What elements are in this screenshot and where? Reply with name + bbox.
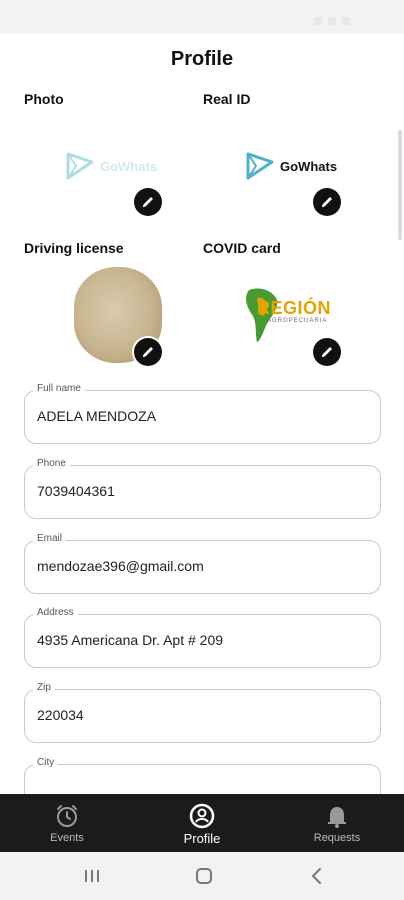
real-id-logo-text: GoWhats xyxy=(280,158,338,174)
status-bar xyxy=(0,0,404,34)
photo-thumbnail[interactable]: GoWhats xyxy=(66,152,157,180)
covid-card-thumbnail[interactable]: REGIÓN AGROPECUARIA xyxy=(243,284,341,344)
back-icon[interactable] xyxy=(305,866,329,886)
city-label: City xyxy=(33,757,59,768)
edit-covid-card-button[interactable] xyxy=(313,338,341,366)
edit-real-id-button[interactable] xyxy=(313,188,341,216)
nav-requests[interactable]: Requests xyxy=(270,794,404,852)
real-id-label: Real ID xyxy=(203,91,251,107)
page-title: Profile xyxy=(170,48,234,70)
driving-license-label: Driving license xyxy=(24,240,124,256)
zip-label: Zip xyxy=(33,682,55,693)
phone-field[interactable]: Phone 7039404361 xyxy=(24,458,381,519)
zip-value: 220034 xyxy=(37,707,84,723)
battery-icon xyxy=(342,17,350,25)
home-icon[interactable] xyxy=(192,866,216,886)
covid-card-label: COVID card xyxy=(203,240,281,256)
signal-icon xyxy=(328,17,336,25)
photo-label: Photo xyxy=(24,91,64,107)
address-field[interactable]: Address 4935 Americana Dr. Apt # 209 xyxy=(24,607,381,668)
full-name-field[interactable]: Full name ADELA MENDOZA xyxy=(24,383,381,444)
nav-events[interactable]: Events xyxy=(0,794,134,852)
covid-card-logo-text: REGIÓN xyxy=(257,298,332,318)
full-name-value: ADELA MENDOZA xyxy=(37,408,157,424)
pencil-icon xyxy=(143,197,153,207)
pencil-icon xyxy=(322,197,332,207)
recent-apps-icon[interactable] xyxy=(80,866,104,886)
nav-events-label: Events xyxy=(50,832,84,844)
bottom-nav: Events Profile Requests xyxy=(0,794,404,852)
email-label: Email xyxy=(33,533,67,544)
pencil-icon xyxy=(322,347,332,357)
bell-icon xyxy=(328,807,346,828)
real-id-thumbnail[interactable]: GoWhats xyxy=(246,152,337,180)
alarm-clock-icon xyxy=(57,805,77,827)
pencil-icon xyxy=(143,347,153,357)
status-icons xyxy=(308,12,378,25)
email-field[interactable]: Email mendozae396@gmail.com xyxy=(24,533,381,594)
address-label: Address xyxy=(33,607,78,618)
full-name-label: Full name xyxy=(33,383,85,394)
user-circle-icon xyxy=(189,803,215,829)
nav-profile-label: Profile xyxy=(183,831,221,846)
system-nav-bar xyxy=(0,852,404,900)
wifi-icon xyxy=(314,17,322,25)
phone-value: 7039404361 xyxy=(37,483,115,499)
edit-driving-license-button[interactable] xyxy=(134,338,162,366)
email-value: mendozae396@gmail.com xyxy=(37,558,204,574)
phone-label: Phone xyxy=(33,458,70,469)
zip-field[interactable]: Zip 220034 xyxy=(24,682,381,743)
scrollbar[interactable] xyxy=(398,130,402,240)
gowhats-logo-icon xyxy=(246,152,274,180)
covid-card-logo-subtext: AGROPECUARIA xyxy=(267,318,328,324)
address-value: 4935 Americana Dr. Apt # 209 xyxy=(37,632,224,648)
nav-requests-label: Requests xyxy=(313,832,361,844)
photo-logo-text: GoWhats xyxy=(100,158,158,174)
gowhats-logo-icon xyxy=(66,152,94,180)
edit-photo-button[interactable] xyxy=(134,188,162,216)
nav-profile[interactable]: Profile xyxy=(135,794,269,852)
